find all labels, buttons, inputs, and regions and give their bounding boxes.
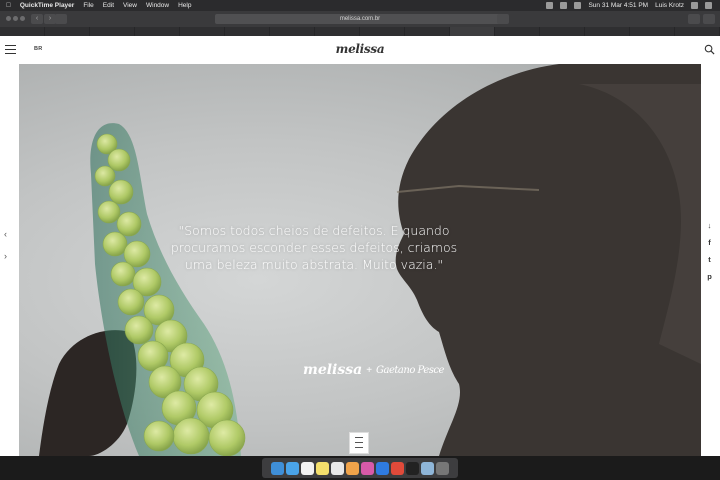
collab-logo: melissa [303,362,363,378]
apple-icon[interactable]:  [6,0,11,11]
reload-icon[interactable] [497,14,509,24]
tabs-overview-icon[interactable] [703,14,715,24]
window-minimize-button[interactable] [13,16,18,21]
collection-stack-icon[interactable] [349,432,369,454]
sidebar-toggle-icon[interactable] [55,14,67,24]
scroll-down-icon[interactable]: ↓ [708,221,712,230]
menu-view[interactable]: View [123,0,137,11]
menu-file[interactable]: File [83,0,93,11]
browser-tab[interactable] [135,27,180,36]
spotlight-icon[interactable] [691,2,698,9]
chrome-icon[interactable] [391,461,404,475]
terminal-icon[interactable] [406,461,419,475]
address-bar[interactable]: melissa.com.br [215,14,505,24]
browser-tab[interactable] [315,27,360,36]
browser-tab[interactable] [0,27,45,36]
url-text: melissa.com.br [339,16,381,22]
share-icon[interactable] [688,14,700,24]
tab-strip [0,27,720,36]
finder-icon[interactable] [271,461,284,475]
prev-slide-button[interactable]: ‹ [4,229,7,239]
volume-icon[interactable] [560,2,568,9]
search-icon[interactable] [704,44,715,55]
dock-area [0,456,720,480]
itunes-icon[interactable] [361,461,374,475]
browser-tab[interactable] [360,27,405,36]
menu-app-name[interactable]: QuickTime Player [20,0,74,11]
browser-tab[interactable] [180,27,225,36]
trash-icon[interactable] [436,461,449,475]
pinterest-icon[interactable]: p [707,272,712,281]
site-header: BR melissa [0,36,720,64]
menubar-datetime[interactable]: Sun 31 Mar 4:51 PM [588,0,648,11]
melissa-website: BR melissa ‹ › "Somos todos cheios de de… [0,36,720,456]
twitter-icon[interactable]: t [708,255,711,264]
browser-tab[interactable] [225,27,270,36]
wifi-icon[interactable] [546,2,554,9]
browser-toolbar: ‹ › melissa.com.br [0,11,720,27]
notification-center-icon[interactable] [705,2,712,9]
hero-quote: "Somos todos cheios de defeitos. E quand… [170,223,458,272]
reminders-icon[interactable] [331,461,344,475]
browser-tab[interactable] [675,27,720,36]
browser-tab[interactable] [585,27,630,36]
macos-dock [262,458,458,478]
menubar-user[interactable]: Luis Krotz [655,0,684,11]
browser-tab[interactable] [540,27,585,36]
safari-icon[interactable] [286,461,299,475]
facebook-icon[interactable]: f [708,238,711,247]
browser-tab-active[interactable] [450,27,495,36]
browser-tab[interactable] [630,27,675,36]
battery-icon[interactable] [574,2,582,9]
collab-signature: melissa + Gaetano Pesce [303,362,444,378]
photos-icon[interactable] [346,461,359,475]
window-close-button[interactable] [6,16,11,21]
window-zoom-button[interactable] [20,16,25,21]
browser-tab[interactable] [45,27,90,36]
hero-banner: "Somos todos cheios de defeitos. E quand… [19,64,701,456]
brand-logo[interactable]: melissa [0,42,720,56]
calendar-icon[interactable] [301,461,314,475]
share-rail: ↓ f t p [704,221,715,281]
appstore-icon[interactable] [376,461,389,475]
designer-signature: Gaetano Pesce [376,364,444,376]
macos-menubar:  QuickTime Player File Edit View Window… [0,0,720,11]
collab-plus: + [366,364,373,376]
menu-window[interactable]: Window [146,0,169,11]
notes-icon[interactable] [316,461,329,475]
browser-tab[interactable] [405,27,450,36]
next-slide-button[interactable]: › [4,251,7,261]
back-button[interactable]: ‹ [31,14,43,24]
browser-tab[interactable] [495,27,540,36]
menu-edit[interactable]: Edit [103,0,114,11]
preview-icon[interactable] [421,461,434,475]
browser-tab[interactable] [90,27,135,36]
menu-help[interactable]: Help [178,0,191,11]
browser-tab[interactable] [270,27,315,36]
